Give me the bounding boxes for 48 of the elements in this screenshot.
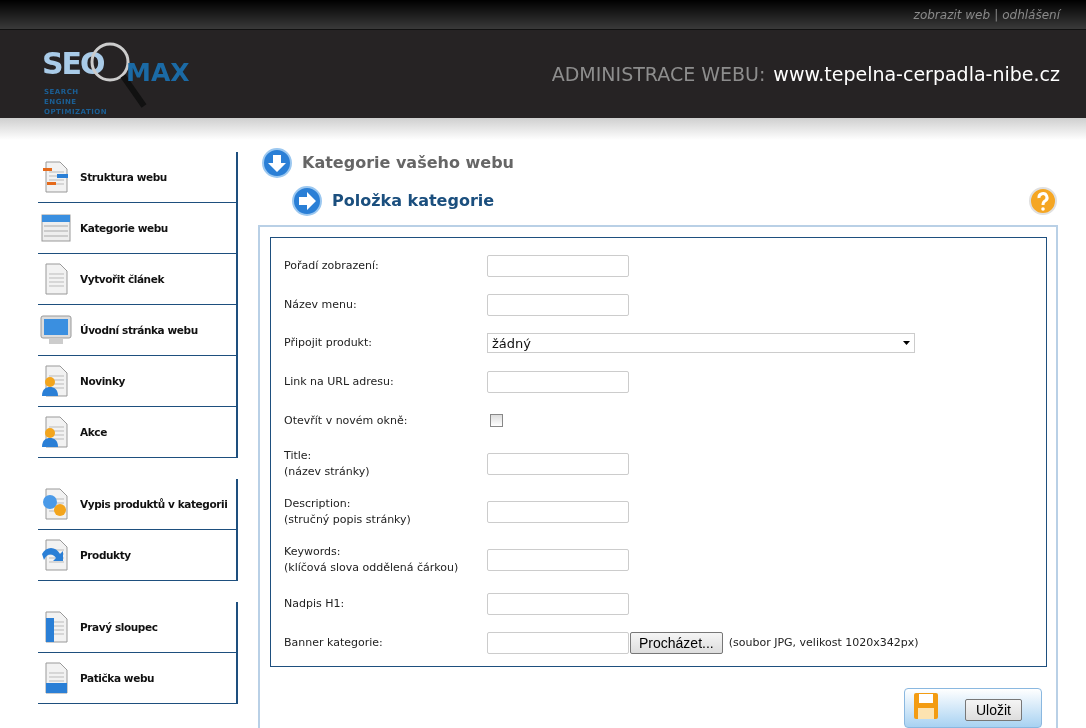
text-field[interactable] <box>487 592 629 615</box>
sidebar-item[interactable]: Akce <box>38 407 236 458</box>
sidebar-item[interactable]: Novinky <box>38 356 236 407</box>
sidebar-item[interactable]: Produkty <box>38 530 236 581</box>
field-label: Link na URL adresu: <box>284 373 395 390</box>
page-title: Kategorie vašeho webu <box>302 153 514 173</box>
top-link[interactable]: zobrazit web <box>913 7 991 22</box>
separator: | <box>994 7 999 22</box>
field-label: Keywords: (klíčová slova oddělená čárkou) <box>284 544 460 576</box>
browse-button[interactable]: Procházet... <box>630 631 723 654</box>
field-label: Pořadí zobrazení: <box>284 257 380 274</box>
sidebar-item[interactable]: Úvodní stránka webu <box>38 305 236 356</box>
logo-max: MAX <box>126 58 190 87</box>
field-label: Název menu: <box>284 296 358 313</box>
arrow-down-icon <box>262 147 292 178</box>
top-link[interactable]: odhlášení <box>1002 7 1060 22</box>
checkbox[interactable] <box>490 414 503 427</box>
text-field[interactable] <box>487 453 629 475</box>
sidebar-item[interactable]: Patička webu <box>38 653 236 704</box>
field-label: Banner kategorie: <box>284 634 384 651</box>
text-field[interactable] <box>487 293 629 316</box>
field-label: Description: (stručný popis stránky) <box>284 496 412 528</box>
floppy-icon <box>913 692 939 720</box>
sidebar-item[interactable]: Kategorie webu <box>38 203 236 254</box>
arrow-right-icon <box>292 185 322 216</box>
section-title: Položka kategorie <box>332 191 495 211</box>
field-label: Otevřít v novém okně: <box>284 412 409 429</box>
sidebar-item[interactable]: Pravý sloupec <box>38 602 236 653</box>
file-field[interactable] <box>487 631 629 654</box>
header-label: ADMINISTRACE WEBU: <box>551 63 766 85</box>
save-button[interactable]: Uložit <box>965 699 1022 721</box>
field-label: Nadpis H1: <box>284 595 346 612</box>
text-field[interactable] <box>487 549 629 571</box>
sidebar-item[interactable]: Vypis produktů v kategorii <box>38 479 236 530</box>
site-name: www.tepelna-cerpadla-nibe.cz <box>773 63 1060 85</box>
text-field[interactable] <box>487 254 629 277</box>
sidebar-item[interactable]: Struktura webu <box>38 152 236 203</box>
product-select[interactable]: žádný <box>487 333 915 353</box>
file-note: (soubor JPG, velikost 1020x342px) <box>728 636 919 649</box>
sidebar-item[interactable]: Vytvořit článek <box>38 254 236 305</box>
field-label: Připojit produkt: <box>284 335 373 351</box>
monitor-icon <box>39 313 73 347</box>
help-icon[interactable] <box>1028 185 1058 216</box>
text-field[interactable] <box>487 370 629 393</box>
field-label: Title: (název stránky) <box>284 448 371 480</box>
list-window-icon <box>39 211 73 245</box>
caret-icon <box>903 341 910 345</box>
text-field[interactable] <box>487 501 629 523</box>
